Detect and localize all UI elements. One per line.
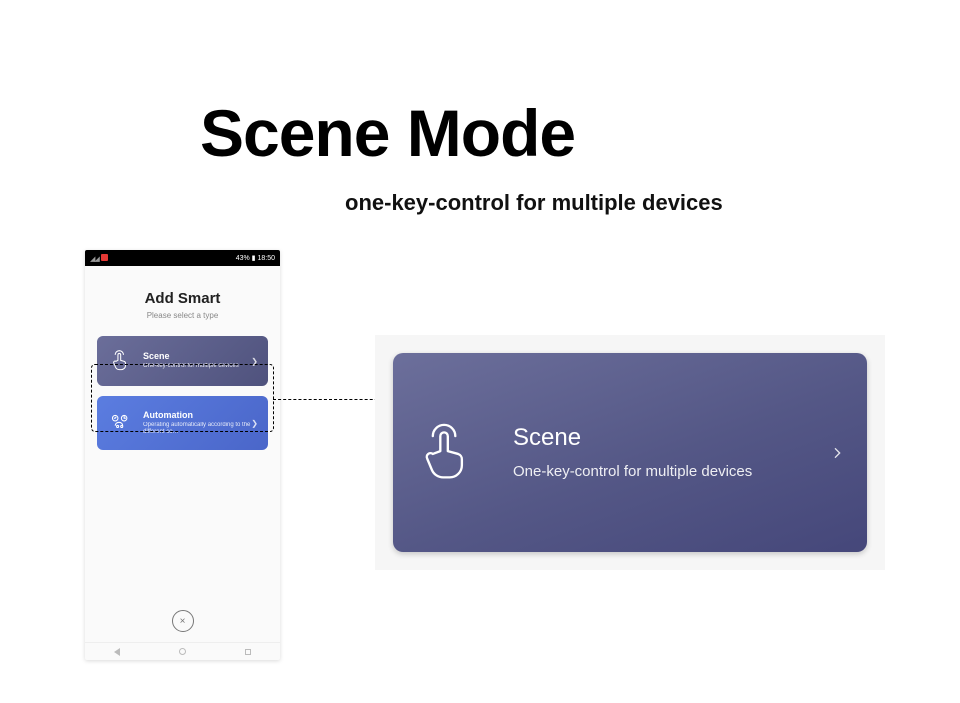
scene-detail-card[interactable]: Scene One-key-control for multiple devic… [393,353,867,552]
nav-recent-icon[interactable] [245,649,251,655]
android-navbar [85,642,280,660]
status-red-box-icon [101,254,108,261]
time-text: 18:50 [257,255,275,262]
chevron-right-icon: ❯ [251,419,258,428]
battery-icon: ▮ [252,255,256,262]
scene-card-label: Scene [143,351,251,361]
nav-back-icon[interactable] [114,648,120,656]
screen-subtitle: Please select a type [85,311,280,320]
screen-title: Add Smart [85,290,280,307]
detail-card-wrap: Scene One-key-control for multiple devic… [375,335,885,570]
page-subtitle: one-key-control for multiple devices [345,190,723,216]
chevron-right-icon: ❯ [251,357,258,366]
automation-icon [109,412,135,434]
detail-card-desc: One-key-control for multiple devices [513,462,773,482]
automation-card[interactable]: Automation Operating automatically accor… [97,396,268,450]
status-right: 43% ▮ 18:50 [236,254,275,262]
close-button[interactable]: × [172,610,194,632]
page-title: Scene Mode [200,95,575,171]
close-icon: × [180,616,186,627]
battery-text: 43% [236,255,250,262]
scene-card[interactable]: Scene One-key-control for multiple devic… [97,336,268,386]
automation-card-label: Automation [143,410,251,420]
scene-card-desc: One-key-control for multiple devices [143,363,251,370]
callout-connector [273,399,388,400]
status-bar: ◢◢ 43% ▮ 18:50 [85,250,280,266]
nav-home-icon[interactable] [179,648,186,655]
status-left: ◢◢ [90,254,108,263]
detail-card-title: Scene [513,424,829,452]
phone-mockup: ◢◢ 43% ▮ 18:50 Add Smart Please select a… [85,250,280,660]
tap-icon [109,350,135,372]
automation-card-desc: Operating automatically according to the… [143,422,251,436]
signal-icon: ◢◢ [90,256,99,263]
chevron-right-icon [829,445,845,461]
tap-icon [415,423,485,483]
